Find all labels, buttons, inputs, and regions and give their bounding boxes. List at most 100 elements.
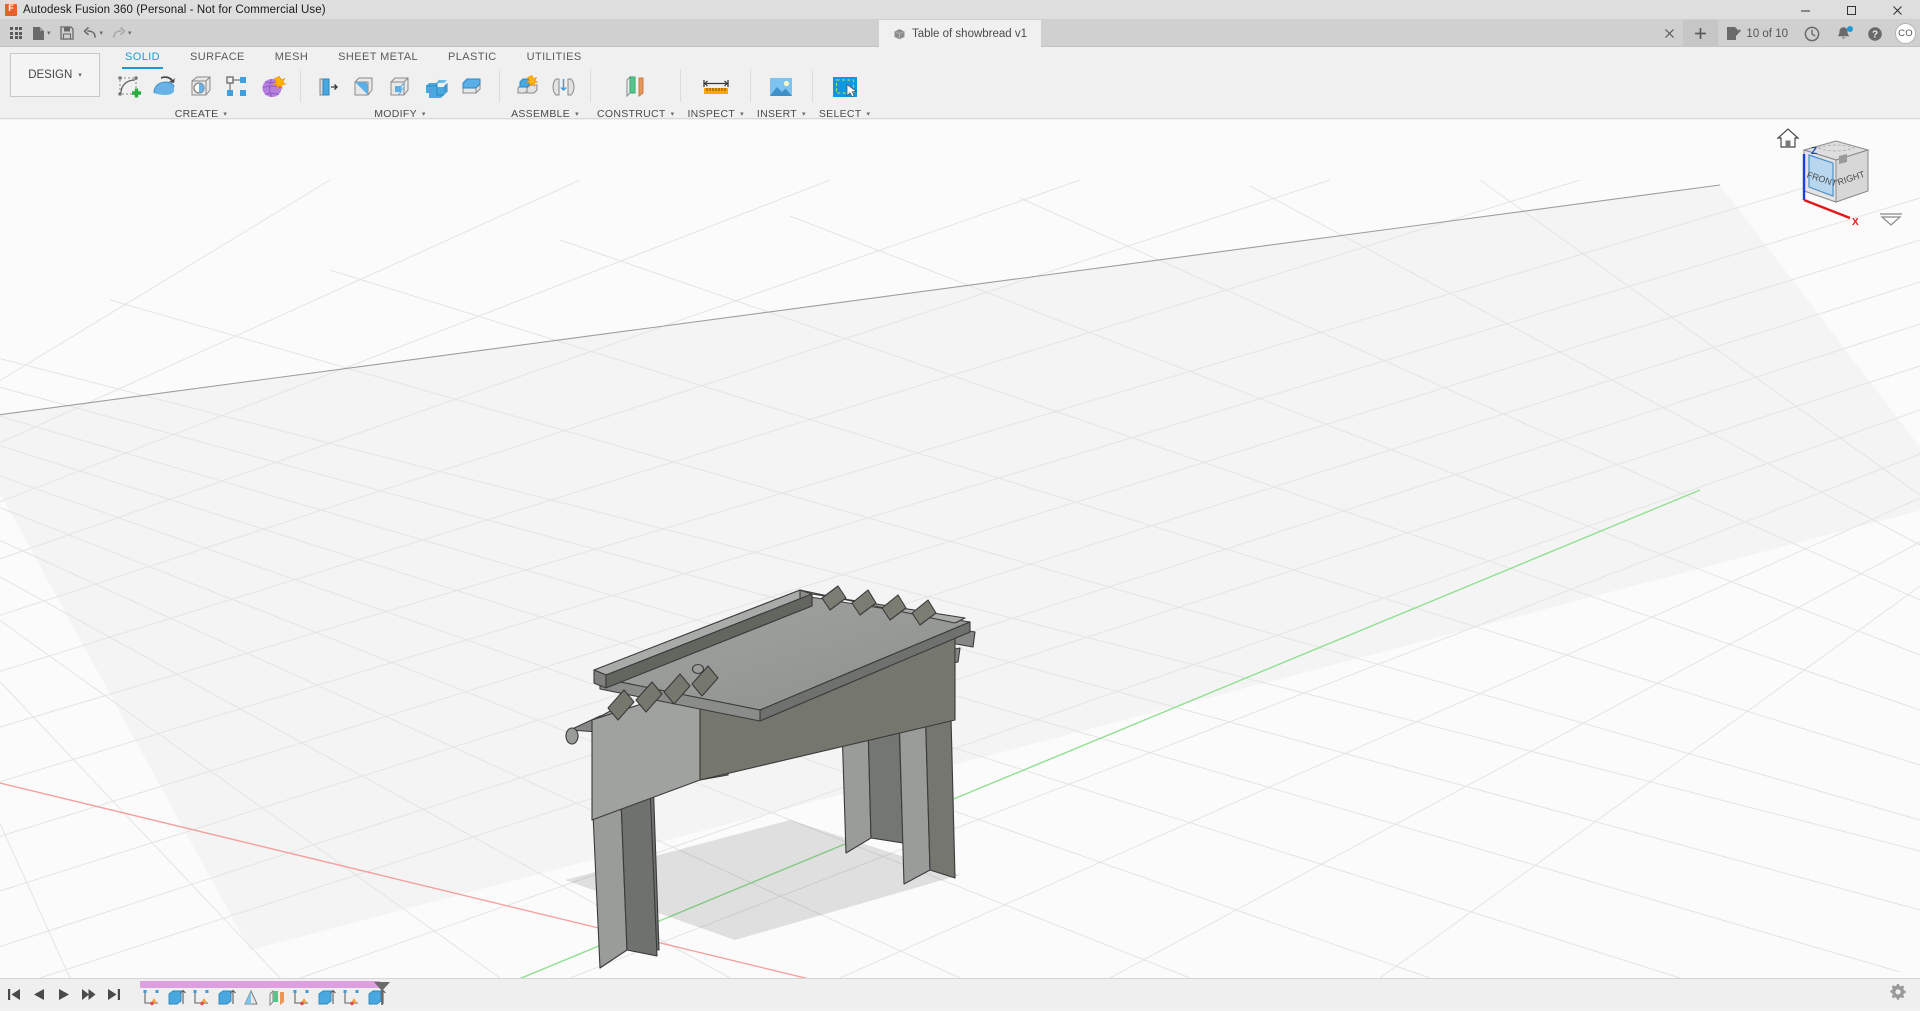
split-face-icon[interactable] — [454, 68, 490, 106]
timeline-feature-extrude[interactable] — [315, 987, 338, 1009]
help-button[interactable]: ? — [1859, 20, 1891, 47]
timeline-go-to-end-button[interactable] — [106, 985, 122, 1003]
chevron-down-icon: ▾ — [422, 110, 426, 118]
chevron-down-icon: ▾ — [223, 110, 227, 118]
timeline-feature-sketch[interactable] — [340, 987, 363, 1009]
close-button[interactable] — [1874, 0, 1920, 20]
tab-mesh[interactable]: MESH — [260, 47, 323, 66]
tab-label: SHEET METAL — [338, 51, 418, 63]
timeline-track[interactable] — [140, 979, 388, 1010]
document-tab[interactable]: Table of showbread v1 — [879, 20, 1041, 47]
document-tab-label: Table of showbread v1 — [912, 28, 1027, 40]
workspace-label: DESIGN — [28, 69, 72, 81]
timeline-feature-chamfer[interactable] — [240, 987, 263, 1009]
window-title: Autodesk Fusion 360 (Personal - Not for … — [23, 4, 326, 16]
new-document-tab-button[interactable] — [1683, 20, 1718, 47]
ribbon-tabstrip: SOLID SURFACE MESH SHEET METAL PLASTIC U… — [110, 47, 597, 66]
settings-gear-icon — [1890, 982, 1910, 1000]
chevron-down-icon: ▾ — [671, 110, 675, 118]
timeline-step-forward-button[interactable] — [81, 985, 97, 1003]
app-grid-icon[interactable] — [5, 22, 27, 45]
avatar[interactable]: CO — [1895, 23, 1916, 44]
timeline-step-back-button[interactable] — [31, 985, 47, 1003]
workspace-switcher[interactable]: DESIGN ▾ — [10, 53, 100, 97]
timeline-settings-button[interactable] — [1890, 982, 1910, 1005]
panel-divider — [499, 69, 500, 102]
timeline-feature-sketch[interactable] — [190, 987, 213, 1009]
viewport-scene[interactable] — [0, 120, 1920, 978]
panel-modify-tools — [307, 67, 493, 107]
timeline-feature-appearance[interactable] — [265, 987, 288, 1009]
help-question-icon: ? — [1867, 26, 1883, 42]
window-controls — [1782, 0, 1920, 20]
panel-select-label[interactable]: SELECT ▾ — [819, 108, 870, 120]
close-document-tab-button[interactable] — [1656, 20, 1683, 47]
minimize-button[interactable] — [1782, 0, 1828, 20]
title-bar: Autodesk Fusion 360 (Personal - Not for … — [0, 0, 1920, 20]
fillet-icon[interactable] — [346, 68, 382, 106]
maximize-button[interactable] — [1828, 0, 1874, 20]
combine-icon[interactable] — [418, 68, 454, 106]
history-button[interactable] — [1796, 20, 1828, 47]
tab-utilities[interactable]: UTILITIES — [512, 47, 597, 66]
timeline-feature-sketch[interactable] — [290, 987, 313, 1009]
panel-inspect-label[interactable]: INSPECT ▾ — [687, 108, 743, 120]
hole-icon[interactable] — [183, 68, 219, 106]
chevron-down-icon[interactable]: ▾ — [47, 29, 51, 37]
tab-label: SOLID — [125, 51, 160, 63]
tab-plastic[interactable]: PLASTIC — [433, 47, 512, 66]
revolve-icon[interactable] — [147, 68, 183, 106]
tab-solid[interactable]: SOLID — [110, 47, 175, 66]
panel-construct-label[interactable]: CONSTRUCT ▾ — [597, 108, 674, 120]
timeline-feature-sketch[interactable] — [140, 987, 163, 1009]
panel-inspect: INSPECT ▾ — [687, 67, 743, 120]
tab-surface[interactable]: SURFACE — [175, 47, 260, 66]
tab-label: PLASTIC — [448, 51, 497, 63]
panel-construct: CONSTRUCT ▾ — [597, 67, 674, 120]
chevron-down-icon: ▾ — [740, 110, 744, 118]
timeline-progress-bar[interactable] — [140, 981, 380, 988]
panel-modify-label[interactable]: MODIFY ▾ — [374, 108, 425, 120]
panel-inspect-tools — [695, 67, 737, 107]
redo-icon[interactable]: ▾ — [108, 22, 135, 45]
panel-divider — [680, 69, 681, 102]
design-canvas[interactable]: FRONT RIGHT Z X — [0, 120, 1920, 978]
panel-select: SELECT ▾ — [819, 67, 870, 120]
save-icon[interactable] — [56, 22, 78, 45]
tab-sheet-metal[interactable]: SHEET METAL — [323, 47, 433, 66]
shell-icon[interactable] — [382, 68, 418, 106]
timeline-play-button[interactable] — [56, 985, 72, 1003]
panel-insert-label[interactable]: INSERT ▾ — [757, 108, 806, 120]
fit-view-icon[interactable] — [1880, 214, 1902, 225]
timeline-playback-controls — [0, 985, 122, 1003]
home-icon[interactable] — [1778, 129, 1798, 147]
timeline-playhead-marker[interactable] — [372, 980, 392, 1011]
panel-create-label[interactable]: CREATE ▾ — [175, 108, 227, 120]
timeline-feature-extrude[interactable] — [215, 987, 238, 1009]
press-pull-icon[interactable] — [310, 68, 346, 106]
chevron-down-icon[interactable]: ▾ — [128, 29, 132, 37]
new-file-icon[interactable]: ▾ — [29, 22, 54, 45]
timeline-go-to-start-button[interactable] — [6, 985, 22, 1003]
new-component-icon[interactable] — [509, 68, 545, 106]
offset-plane-icon[interactable] — [618, 68, 654, 106]
ribbon-panels: CREATE ▾ — [108, 67, 1920, 120]
form-icon[interactable] — [255, 68, 291, 106]
undo-icon[interactable]: ▾ — [80, 22, 107, 45]
panel-select-tools — [824, 67, 866, 107]
job-status-button[interactable]: 10 of 10 — [1718, 20, 1796, 47]
pattern-icon[interactable] — [219, 68, 255, 106]
create-sketch-icon[interactable] — [111, 68, 147, 106]
viewcube[interactable]: FRONT RIGHT Z X — [1770, 122, 1910, 232]
measure-icon[interactable] — [698, 68, 734, 106]
notifications-button[interactable] — [1828, 20, 1859, 47]
joint-icon[interactable] — [545, 68, 581, 106]
quick-access-right-group: 10 of 10 ? CO — [1656, 20, 1916, 47]
timeline-feature-extrude[interactable] — [165, 987, 188, 1009]
tab-label: UTILITIES — [527, 51, 582, 63]
chevron-down-icon[interactable]: ▾ — [100, 29, 104, 37]
insert-image-icon[interactable] — [763, 68, 799, 106]
job-status-icon — [1726, 26, 1742, 41]
select-window-icon[interactable] — [827, 68, 863, 106]
panel-assemble-label[interactable]: ASSEMBLE ▾ — [511, 108, 579, 120]
